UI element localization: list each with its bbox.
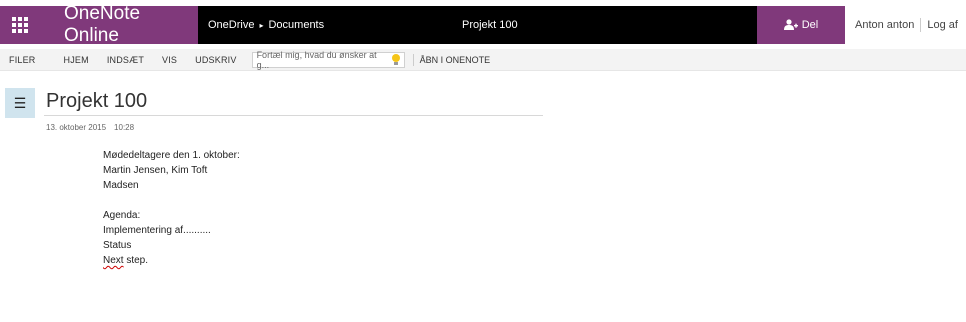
tab-hjem[interactable]: HJEM xyxy=(55,55,98,65)
tell-me-placeholder: Fortæl mig, hvad du ønsker at g... xyxy=(256,49,377,70)
share-button[interactable]: Del xyxy=(757,6,845,44)
note-line[interactable]: Status xyxy=(103,238,240,253)
divider xyxy=(920,18,922,32)
page-time-value: 10:28 xyxy=(114,123,135,132)
tell-me-input[interactable]: Fortæl mig, hvad du ønsker at g... xyxy=(251,49,405,70)
breadcrumb-onedrive[interactable]: OneDrive xyxy=(208,19,254,31)
open-in-onenote-button[interactable]: ÅBN I ONENOTE xyxy=(420,55,491,65)
note-line[interactable]: Mødedeltagere den 1. oktober: xyxy=(103,148,240,163)
signout-link[interactable]: Log af xyxy=(927,19,958,31)
user-name[interactable]: Anton anton xyxy=(855,19,914,31)
note-line[interactable]: Next step. xyxy=(103,253,240,268)
breadcrumb: OneDrive ▸ Documents xyxy=(208,19,324,31)
top-bar: OneNote Online OneDrive ▸ Documents Proj… xyxy=(0,3,966,46)
note-line[interactable]: Martin Jensen, Kim Toft xyxy=(103,163,240,178)
note-container[interactable]: Mødedeltagere den 1. oktober: Martin Jen… xyxy=(103,148,240,268)
note-line[interactable]: Agenda: xyxy=(103,208,240,223)
note-line[interactable]: Madsen xyxy=(103,178,240,193)
navigation-toggle-button[interactable]: ☰ xyxy=(5,88,35,118)
user-area: Anton anton Log af xyxy=(845,6,966,44)
tab-filer[interactable]: FILER xyxy=(0,55,45,65)
app-name[interactable]: OneNote Online xyxy=(40,3,198,46)
note-line[interactable]: Implementering af.......... xyxy=(103,223,240,238)
tab-indsaet[interactable]: INDSÆT xyxy=(98,55,153,65)
page-date: 13. oktober 2015 10:28 xyxy=(46,123,134,132)
divider xyxy=(412,53,414,66)
tab-vis[interactable]: VIS xyxy=(153,55,186,65)
breadcrumb-separator-icon: ▸ xyxy=(259,20,264,30)
add-person-icon xyxy=(783,19,798,30)
share-label: Del xyxy=(801,19,819,31)
note-line[interactable] xyxy=(103,193,240,208)
misspelled-word[interactable]: Next xyxy=(103,255,124,266)
waffle-icon xyxy=(12,17,28,33)
breadcrumb-documents[interactable]: Documents xyxy=(268,19,324,31)
note-line-text: step. xyxy=(126,255,149,266)
ribbon-tabs: FILER HJEM INDSÆT VIS UDSKRIV Fortæl mig… xyxy=(0,49,966,71)
page-title[interactable]: Projekt 100 xyxy=(46,90,147,113)
title-underline xyxy=(44,115,543,116)
hamburger-icon: ☰ xyxy=(13,94,27,111)
page-date-value: 13. oktober 2015 xyxy=(46,123,107,132)
lightbulb-icon xyxy=(391,54,400,65)
tab-udskriv[interactable]: UDSKRIV xyxy=(186,55,245,65)
app-launcher-button[interactable] xyxy=(0,6,40,44)
document-title: Projekt 100 xyxy=(462,19,518,31)
